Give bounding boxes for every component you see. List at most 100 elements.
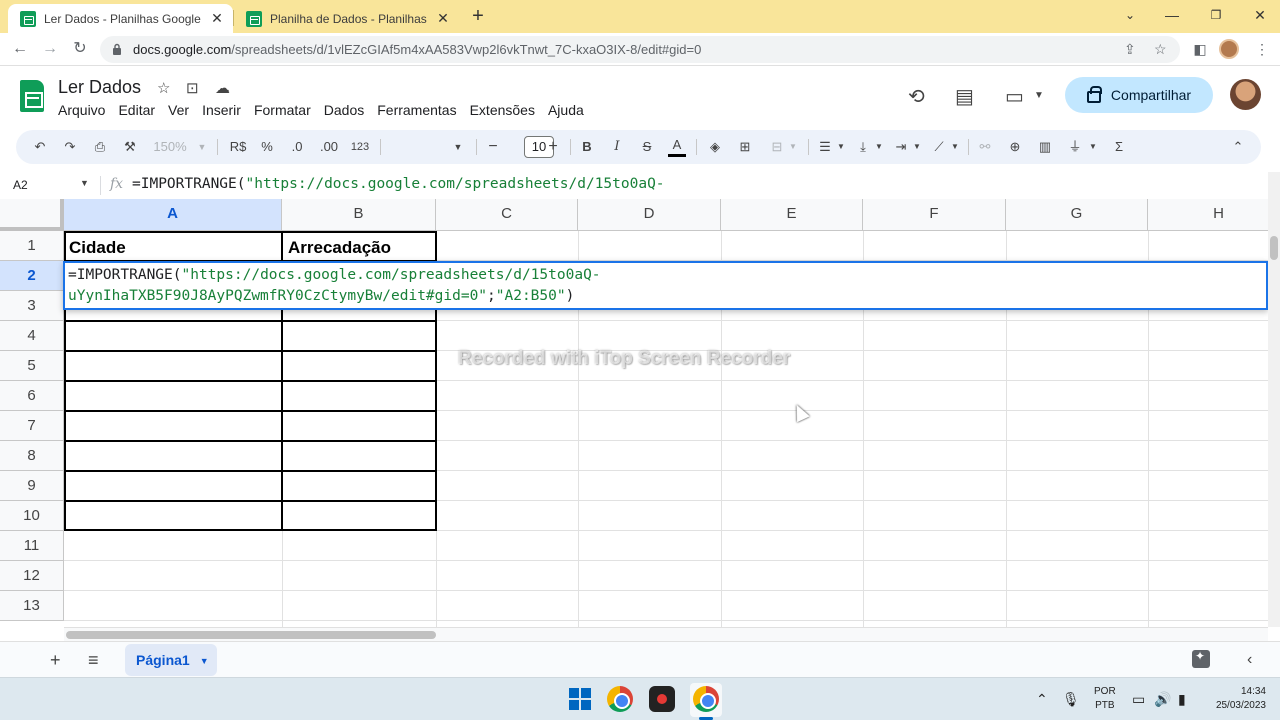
- minimize-icon[interactable]: —: [1152, 2, 1192, 28]
- scroll-thumb[interactable]: [66, 631, 436, 639]
- share-button[interactable]: Compartilhar: [1065, 77, 1213, 113]
- menu-arquivo[interactable]: Arquivo: [58, 102, 105, 118]
- decrease-font-size-icon[interactable]: −: [484, 137, 502, 157]
- name-box[interactable]: A2: [13, 178, 28, 192]
- column-header-a[interactable]: A: [64, 199, 282, 231]
- spreadsheet-grid[interactable]: A B C D E F G H 1 2 3 4 5 6 7 8 9 10 11 …: [0, 199, 1268, 627]
- sheets-logo-icon[interactable]: [20, 80, 44, 112]
- zoom-chevron-icon[interactable]: ▼: [196, 137, 208, 157]
- filter-icon[interactable]: ⏚: [1066, 137, 1084, 157]
- system-clock[interactable]: 14:34 25/03/2023: [1206, 685, 1266, 713]
- print-icon[interactable]: ⎙: [90, 137, 110, 157]
- vertical-scrollbar[interactable]: [1268, 172, 1280, 627]
- menu-inserir[interactable]: Inserir: [202, 102, 241, 118]
- comments-icon[interactable]: ▤: [955, 84, 974, 109]
- valign-chevron-icon[interactable]: ▼: [874, 137, 884, 157]
- insert-link-icon[interactable]: ⚯: [976, 137, 994, 157]
- input-language[interactable]: POR PTB: [1094, 685, 1116, 713]
- cell-a1[interactable]: Cidade: [69, 238, 126, 258]
- text-rotation-icon[interactable]: ⟋: [930, 137, 948, 157]
- row-header-2[interactable]: 2: [0, 261, 64, 291]
- tray-chevron-icon[interactable]: ⌃: [1036, 691, 1048, 708]
- cell-b1[interactable]: Arrecadação: [288, 238, 391, 258]
- menu-ver[interactable]: Ver: [168, 102, 189, 118]
- sheet-tab-chevron-icon[interactable]: ▼: [200, 656, 209, 666]
- row-header-6[interactable]: 6: [0, 381, 64, 411]
- volume-icon[interactable]: 🔊: [1154, 691, 1171, 708]
- chrome-taskbar-icon[interactable]: [607, 686, 633, 712]
- all-sheets-icon[interactable]: ≡: [88, 650, 99, 670]
- increase-font-size-icon[interactable]: +: [544, 137, 562, 157]
- tab-close-icon[interactable]: ✕: [209, 10, 225, 27]
- new-tab-button[interactable]: +: [466, 5, 490, 29]
- add-sheet-icon[interactable]: +: [50, 650, 61, 670]
- filter-chevron-icon[interactable]: ▼: [1088, 137, 1098, 157]
- row-header-11[interactable]: 11: [0, 531, 64, 561]
- omnibox[interactable]: docs.google.com/spreadsheets/d/1vlEZcGIA…: [100, 36, 1180, 63]
- menu-dots-icon[interactable]: ⋮: [1250, 37, 1274, 61]
- restore-icon[interactable]: ❐: [1196, 2, 1236, 28]
- column-header-f[interactable]: F: [863, 199, 1006, 231]
- decrease-decimal-button[interactable]: .0: [286, 137, 308, 157]
- row-header-9[interactable]: 9: [0, 471, 64, 501]
- undo-icon[interactable]: ↶: [30, 137, 50, 157]
- menu-ferramentas[interactable]: Ferramentas: [377, 102, 456, 118]
- chrome-profile-taskbar-icon[interactable]: [693, 686, 719, 712]
- functions-button[interactable]: Σ: [1110, 137, 1128, 157]
- increase-decimal-button[interactable]: .00: [316, 137, 342, 157]
- tab-close-icon[interactable]: ✕: [435, 10, 451, 27]
- row-header-7[interactable]: 7: [0, 411, 64, 441]
- borders-icon[interactable]: ⊞: [736, 137, 754, 157]
- column-header-b[interactable]: B: [282, 199, 436, 231]
- insert-chart-icon[interactable]: ▥: [1036, 137, 1054, 157]
- window-close-icon[interactable]: ✕: [1240, 2, 1280, 28]
- windows-start-icon[interactable]: [569, 688, 591, 710]
- row-header-4[interactable]: 4: [0, 321, 64, 351]
- menu-editar[interactable]: Editar: [118, 102, 155, 118]
- row-header-5[interactable]: 5: [0, 351, 64, 381]
- align-chevron-icon[interactable]: ▼: [836, 137, 846, 157]
- row-header-1[interactable]: 1: [0, 231, 64, 261]
- collapse-toolbar-icon[interactable]: ⌃: [1228, 137, 1248, 157]
- version-history-icon[interactable]: ⟲: [908, 84, 925, 109]
- sheet-tab-pagina1[interactable]: Página1 ▼: [125, 644, 217, 676]
- italic-button[interactable]: I: [608, 137, 626, 157]
- document-title[interactable]: Ler Dados: [58, 77, 141, 98]
- row-header-3[interactable]: 3: [0, 291, 64, 321]
- row-header-8[interactable]: 8: [0, 441, 64, 471]
- text-wrap-icon[interactable]: ⇥: [892, 137, 910, 157]
- tab-search-chevron-icon[interactable]: ⌄: [1110, 2, 1150, 28]
- percent-format-button[interactable]: %: [258, 137, 276, 157]
- column-header-h[interactable]: H: [1148, 199, 1268, 231]
- move-folder-icon[interactable]: ⊡: [186, 79, 199, 97]
- row-header-10[interactable]: 10: [0, 501, 64, 531]
- menu-dados[interactable]: Dados: [324, 102, 364, 118]
- fill-color-icon[interactable]: ◈: [706, 137, 724, 157]
- cell-editor-a2[interactable]: =IMPORTRANGE("https://docs.google.com/sp…: [63, 261, 1268, 310]
- text-color-button[interactable]: A: [668, 137, 686, 157]
- bold-button[interactable]: B: [578, 137, 596, 157]
- zoom-select[interactable]: 150%: [150, 137, 190, 157]
- menu-formatar[interactable]: Formatar: [254, 102, 311, 118]
- reload-icon[interactable]: ↻: [68, 37, 92, 61]
- name-box-chevron-icon[interactable]: ▼: [80, 178, 89, 188]
- wrap-chevron-icon[interactable]: ▼: [912, 137, 922, 157]
- back-arrow-icon[interactable]: ←: [8, 37, 32, 61]
- browser-tab-planilha-de-dados[interactable]: Planilha de Dados - Planilhas Goo ✕: [234, 4, 459, 33]
- meet-chevron-icon[interactable]: ▼: [1034, 90, 1044, 101]
- redo-icon[interactable]: ↷: [60, 137, 80, 157]
- row-header-13[interactable]: 13: [0, 591, 64, 621]
- horizontal-align-icon[interactable]: ☰: [816, 137, 834, 157]
- forward-arrow-icon[interactable]: →: [38, 37, 62, 61]
- screen-recorder-icon[interactable]: [649, 686, 675, 712]
- row-header-12[interactable]: 12: [0, 561, 64, 591]
- insert-comment-icon[interactable]: ⊕: [1006, 137, 1024, 157]
- meet-camera-icon[interactable]: ▭: [1005, 84, 1024, 109]
- select-all-corner[interactable]: [0, 199, 64, 231]
- explore-icon[interactable]: [1192, 649, 1210, 668]
- vertical-align-icon[interactable]: ⤓: [854, 137, 872, 157]
- merge-cells-icon[interactable]: ⊟: [768, 137, 786, 157]
- paint-format-icon[interactable]: ⚒: [120, 137, 140, 157]
- menu-extensoes[interactable]: Extensões: [470, 102, 535, 118]
- profile-avatar[interactable]: [1219, 39, 1239, 59]
